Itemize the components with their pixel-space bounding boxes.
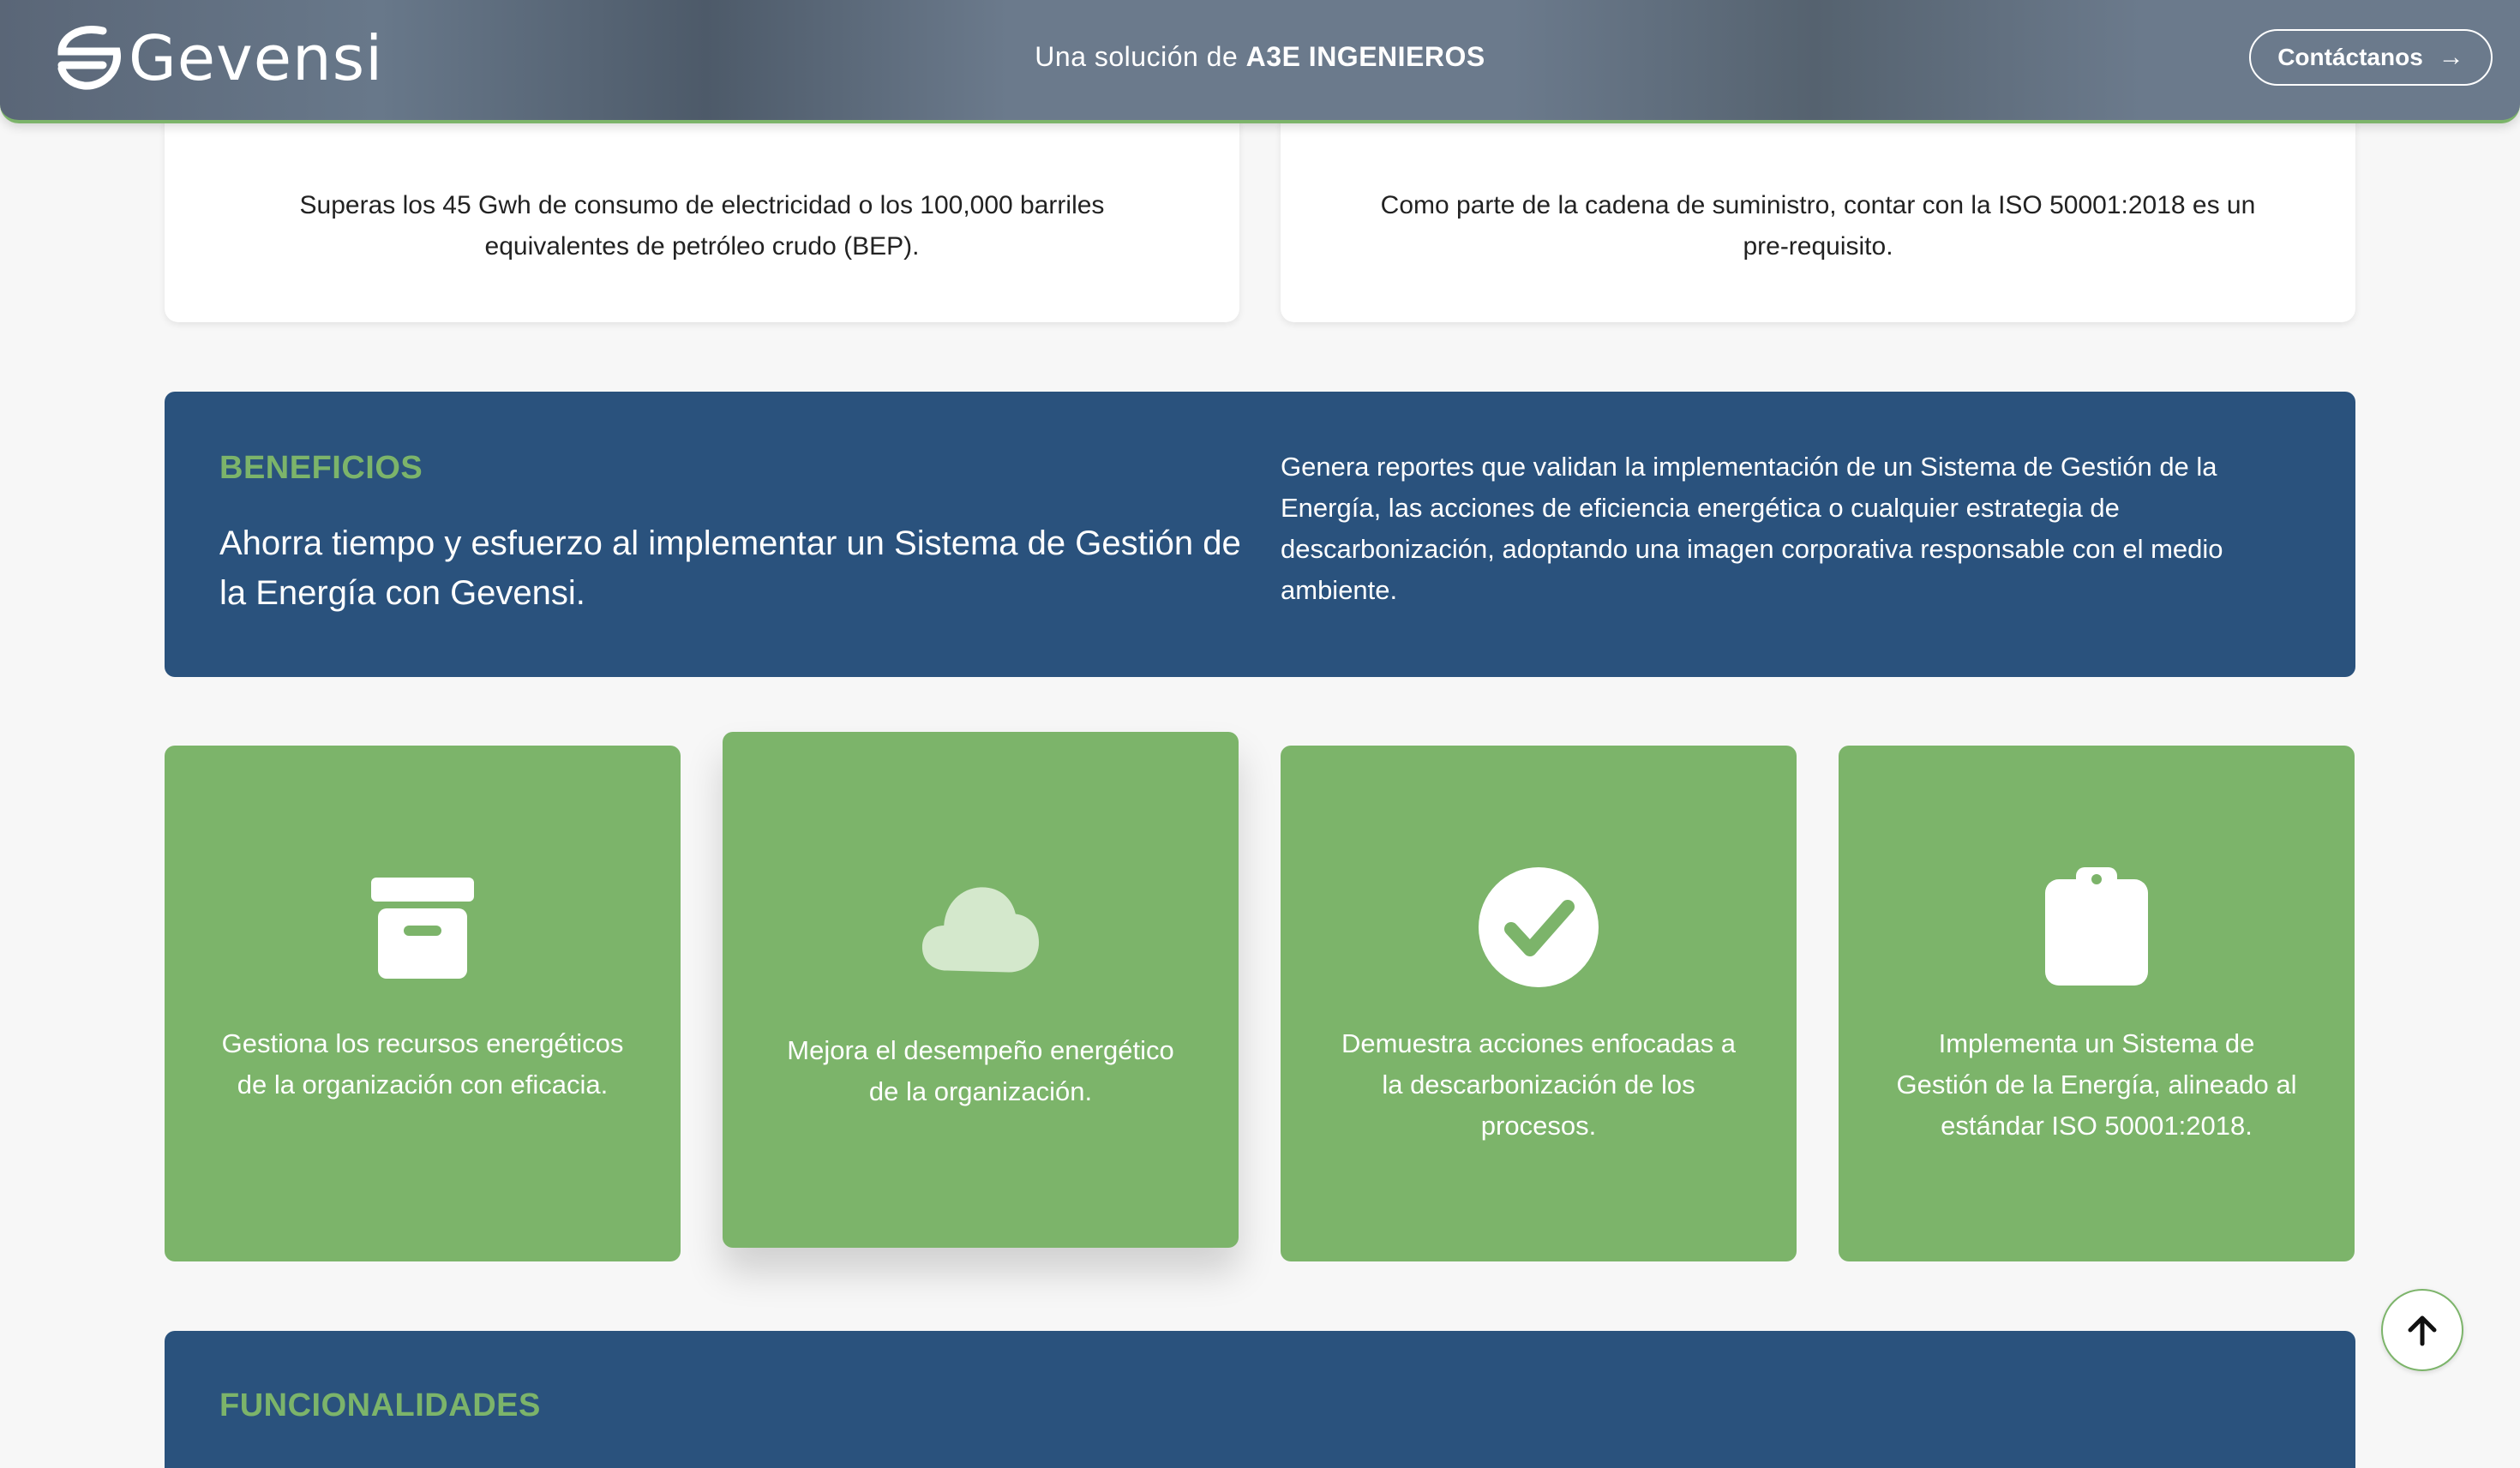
site-header: Gevensi Una solución de A3E INGENIEROS C… — [0, 0, 2520, 123]
check-circle-icon — [1479, 867, 1599, 987]
header-tagline: Una solución de A3E INGENIEROS — [0, 41, 2520, 73]
benefits-title: Ahorra tiempo y esfuerzo al implementar … — [219, 524, 1241, 612]
benefit-card-text: Demuestra acciones enfocadas a la descar… — [1341, 1028, 1737, 1141]
functionalities-banner: FUNCIONALIDADES — [165, 1331, 2355, 1468]
functionalities-label: FUNCIONALIDADES — [219, 1387, 541, 1423]
benefit-card-text: Mejora el desempeño energético de la org… — [787, 1035, 1174, 1106]
contact-button[interactable]: Contáctanos → — [2249, 29, 2493, 86]
archive-box-icon — [363, 867, 483, 987]
cloud-icon — [921, 867, 1041, 987]
benefit-card-text: Gestiona los recursos energéticos de la … — [221, 1028, 624, 1100]
requirement-card-text: Como parte de la cadena de suministro, c… — [1380, 191, 2256, 261]
benefits-label: BENEFICIOS — [219, 450, 423, 486]
benefits-banner: BENEFICIOS Ahorra tiempo y esfuerzo al i… — [165, 392, 2355, 677]
arrow-right-icon: → — [2438, 43, 2464, 71]
tagline-company: A3E INGENIEROS — [1245, 41, 1485, 72]
arrow-up-icon — [2408, 1315, 2437, 1346]
benefit-card-resources[interactable]: Gestiona los recursos energéticos de la … — [165, 746, 681, 1261]
requirement-card-text: Superas los 45 Gwh de consumo de electri… — [299, 191, 1105, 261]
benefit-card-decarbonization[interactable]: Demuestra acciones enfocadas a la descar… — [1281, 746, 1797, 1261]
benefit-card-text: Implementa un Sistema de Gestión de la E… — [1896, 1028, 2297, 1141]
tagline-prefix: Una solución de — [1035, 41, 1239, 72]
benefit-card-performance[interactable]: Mejora el desempeño energético de la org… — [723, 732, 1239, 1248]
scroll-to-top-button[interactable] — [2381, 1289, 2463, 1371]
benefits-description: Genera reportes que validan la implement… — [1281, 452, 2223, 605]
benefit-card-iso[interactable]: Implementa un Sistema de Gestión de la E… — [1839, 746, 2355, 1261]
clipboard-icon — [2037, 867, 2157, 987]
contact-button-label: Contáctanos — [2277, 44, 2423, 70]
